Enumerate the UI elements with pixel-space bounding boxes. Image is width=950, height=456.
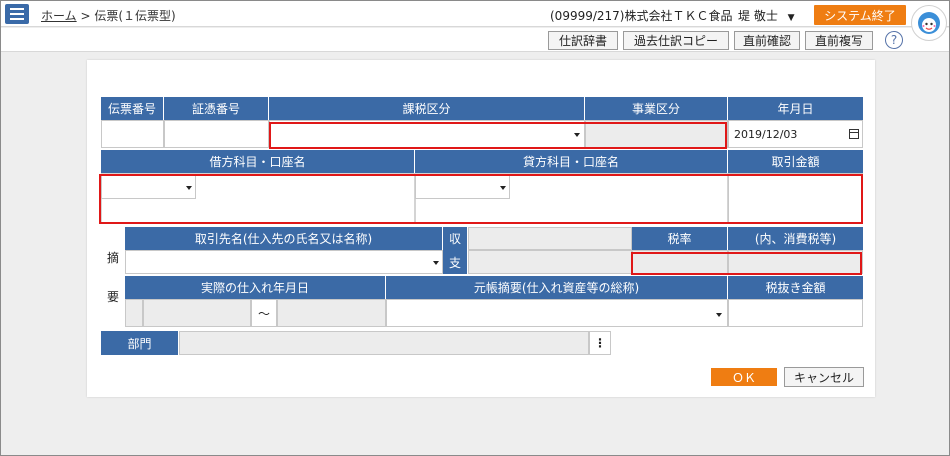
header-partner-name: 取引先名(仕入先の氏名又は名称)	[125, 227, 443, 250]
summary-char-2: 要	[106, 290, 119, 304]
tax-included-field	[728, 250, 863, 274]
header-tax-included: (内、消費税等)	[728, 227, 863, 250]
header-tax-rate: 税率	[632, 227, 728, 250]
previous-check-button[interactable]: 直前確認	[734, 31, 800, 50]
actual-date-to-field	[277, 299, 386, 327]
date-value: 2019/12/03	[734, 127, 798, 141]
department-more-icon[interactable]: ⋮	[589, 331, 611, 355]
app-window: ホーム > 伝票(１伝票型) (09999/217)株式会社ＴＫＣ食品 堤 敬士…	[0, 0, 950, 456]
dropdown-caret-icon	[574, 133, 580, 137]
user-name: 堤 敬士	[738, 9, 778, 23]
header-department: 部門	[101, 331, 179, 355]
header-net-amount: 税抜き金額	[728, 276, 863, 299]
voucher-number-input[interactable]	[164, 120, 269, 148]
credit-account-select[interactable]	[415, 175, 510, 199]
header-date: 年月日	[728, 97, 863, 120]
header-slip-number: 伝票番号	[101, 97, 164, 120]
header-actual-purchase-date: 実際の仕入れ年月日	[125, 276, 386, 299]
header-credit-account: 貸方科目・口座名	[415, 150, 728, 173]
header-receive: 収	[443, 227, 468, 250]
transaction-amount-input[interactable]	[728, 173, 863, 223]
actual-date-era-field	[125, 299, 143, 327]
dropdown-caret-icon	[500, 186, 506, 190]
hamburger-menu-icon[interactable]	[5, 4, 29, 24]
department-field	[179, 331, 589, 355]
business-class-field	[585, 120, 728, 148]
home-link[interactable]: ホーム	[41, 9, 77, 23]
system-exit-button[interactable]: システム終了	[814, 5, 906, 25]
dropdown-caret-icon	[186, 186, 192, 190]
company-name: (09999/217)株式会社ＴＫＣ食品	[550, 9, 733, 23]
header-tax-class: 課税区分	[269, 97, 585, 120]
date-input[interactable]: 2019/12/03	[728, 120, 863, 148]
ok-button[interactable]: ＯＫ	[711, 368, 777, 386]
user-menu[interactable]: 堤 敬士 ▼	[738, 7, 795, 24]
dropdown-caret-icon	[433, 261, 439, 265]
slip-number-input[interactable]	[101, 120, 164, 148]
tax-rate-field	[632, 250, 728, 274]
header-ledger-summary: 元帳摘要(仕入れ資産等の総称)	[386, 276, 728, 299]
summary-char-1: 摘	[106, 251, 119, 265]
header-transaction-amount: 取引金額	[728, 150, 863, 173]
breadcrumb-separator: >	[80, 9, 91, 23]
receive-field	[468, 227, 632, 250]
pay-field	[468, 250, 632, 274]
cancel-button[interactable]: キャンセル	[784, 367, 864, 387]
help-icon[interactable]: ?	[885, 31, 903, 49]
chevron-down-icon: ▼	[787, 13, 795, 23]
journal-dictionary-button[interactable]: 仕訳辞書	[548, 31, 618, 50]
header-pay: 支	[443, 250, 468, 274]
header-debit-account: 借方科目・口座名	[101, 150, 415, 173]
partner-name-select[interactable]	[125, 250, 443, 274]
page-title: 伝票(１伝票型)	[94, 9, 176, 23]
tax-class-select[interactable]	[269, 120, 585, 148]
previous-duplicate-button[interactable]: 直前複写	[805, 31, 873, 50]
top-bar: ホーム > 伝票(１伝票型) (09999/217)株式会社ＴＫＣ食品 堤 敬士…	[1, 1, 949, 27]
summary-side-label: 摘 要	[101, 227, 125, 327]
breadcrumb: ホーム > 伝票(１伝票型)	[41, 7, 176, 24]
ledger-summary-select[interactable]	[386, 299, 728, 327]
toolbar: 仕訳辞書 過去仕訳コピー 直前確認 直前複写 ?	[1, 28, 949, 52]
header-business-class: 事業区分	[585, 97, 728, 120]
assistant-avatar-icon[interactable]	[911, 5, 947, 41]
past-journal-copy-button[interactable]: 過去仕訳コピー	[623, 31, 729, 50]
date-range-tilde: ～	[251, 299, 277, 327]
calendar-icon[interactable]	[849, 129, 859, 139]
net-amount-input[interactable]	[728, 299, 863, 327]
actual-date-from-field	[143, 299, 251, 327]
dropdown-caret-icon	[716, 313, 722, 317]
debit-account-select[interactable]	[101, 175, 196, 199]
header-voucher-number: 証憑番号	[164, 97, 269, 120]
